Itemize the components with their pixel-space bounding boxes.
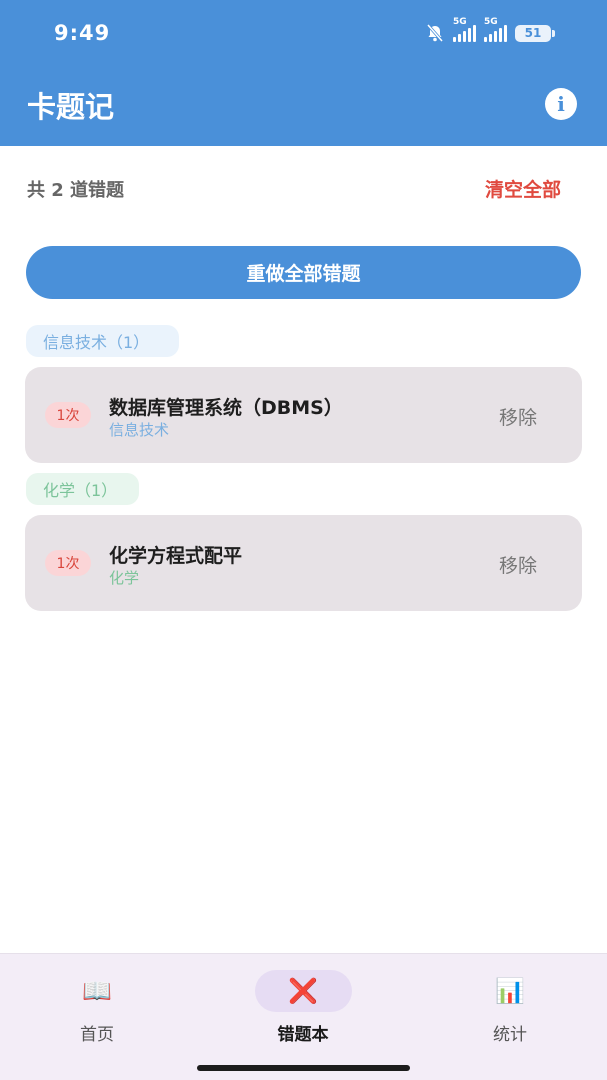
- network-label-2: 5G: [484, 17, 498, 27]
- info-icon[interactable]: i: [545, 88, 577, 120]
- nav-label-stats: 统计: [493, 1025, 527, 1045]
- home-indicator[interactable]: [197, 1065, 410, 1071]
- list-item[interactable]: 1次 化学方程式配平 化学 移除: [25, 515, 582, 611]
- nav-item-wrong-book[interactable]: ❌ 错题本: [243, 970, 363, 1045]
- clear-all-button[interactable]: 清空全部: [485, 175, 561, 202]
- list-item[interactable]: 1次 数据库管理系统（DBMS） 信息技术 移除: [25, 367, 582, 463]
- status-icons: 5G 5G 51: [425, 17, 555, 44]
- nav-item-home[interactable]: 📖 首页: [37, 970, 157, 1045]
- signal-strength-icon-2: 5G: [484, 17, 507, 42]
- question-title: 数据库管理系统（DBMS）: [109, 397, 343, 419]
- nav-label-home: 首页: [80, 1025, 114, 1045]
- status-time: 9:49: [54, 21, 111, 45]
- mute-bell-icon: [426, 24, 444, 42]
- wrong-count-badge: 1次: [45, 550, 91, 576]
- battery-icon: 51: [515, 24, 555, 42]
- network-label: 5G: [453, 17, 467, 27]
- signal-strength-icon: 5G: [453, 17, 476, 42]
- nav-label-wrong-book: 错题本: [277, 1025, 329, 1045]
- app-bar: 9:49 5G 5G 51 卡题记 i: [0, 0, 607, 146]
- nav-item-stats[interactable]: 📊 统计: [450, 970, 570, 1045]
- question-category: 化学: [109, 569, 140, 587]
- remove-button[interactable]: 移除: [499, 551, 537, 578]
- wrong-count-summary: 共 2 道错题: [27, 180, 125, 201]
- redo-all-button[interactable]: 重做全部错题: [26, 246, 581, 299]
- page-title: 卡题记: [27, 90, 115, 124]
- book-icon: 📖: [82, 977, 112, 1005]
- bottom-nav: 📖 首页 ❌ 错题本 📊 统计: [0, 953, 607, 1080]
- cross-icon: ❌: [254, 970, 352, 1012]
- group-header-chem: 化学（1）: [26, 473, 139, 505]
- bar-chart-icon: 📊: [495, 977, 525, 1005]
- question-category: 信息技术: [109, 421, 170, 439]
- remove-button[interactable]: 移除: [499, 403, 537, 430]
- group-header-it: 信息技术（1）: [26, 325, 179, 357]
- question-title: 化学方程式配平: [109, 545, 243, 567]
- wrong-count-badge: 1次: [45, 402, 91, 428]
